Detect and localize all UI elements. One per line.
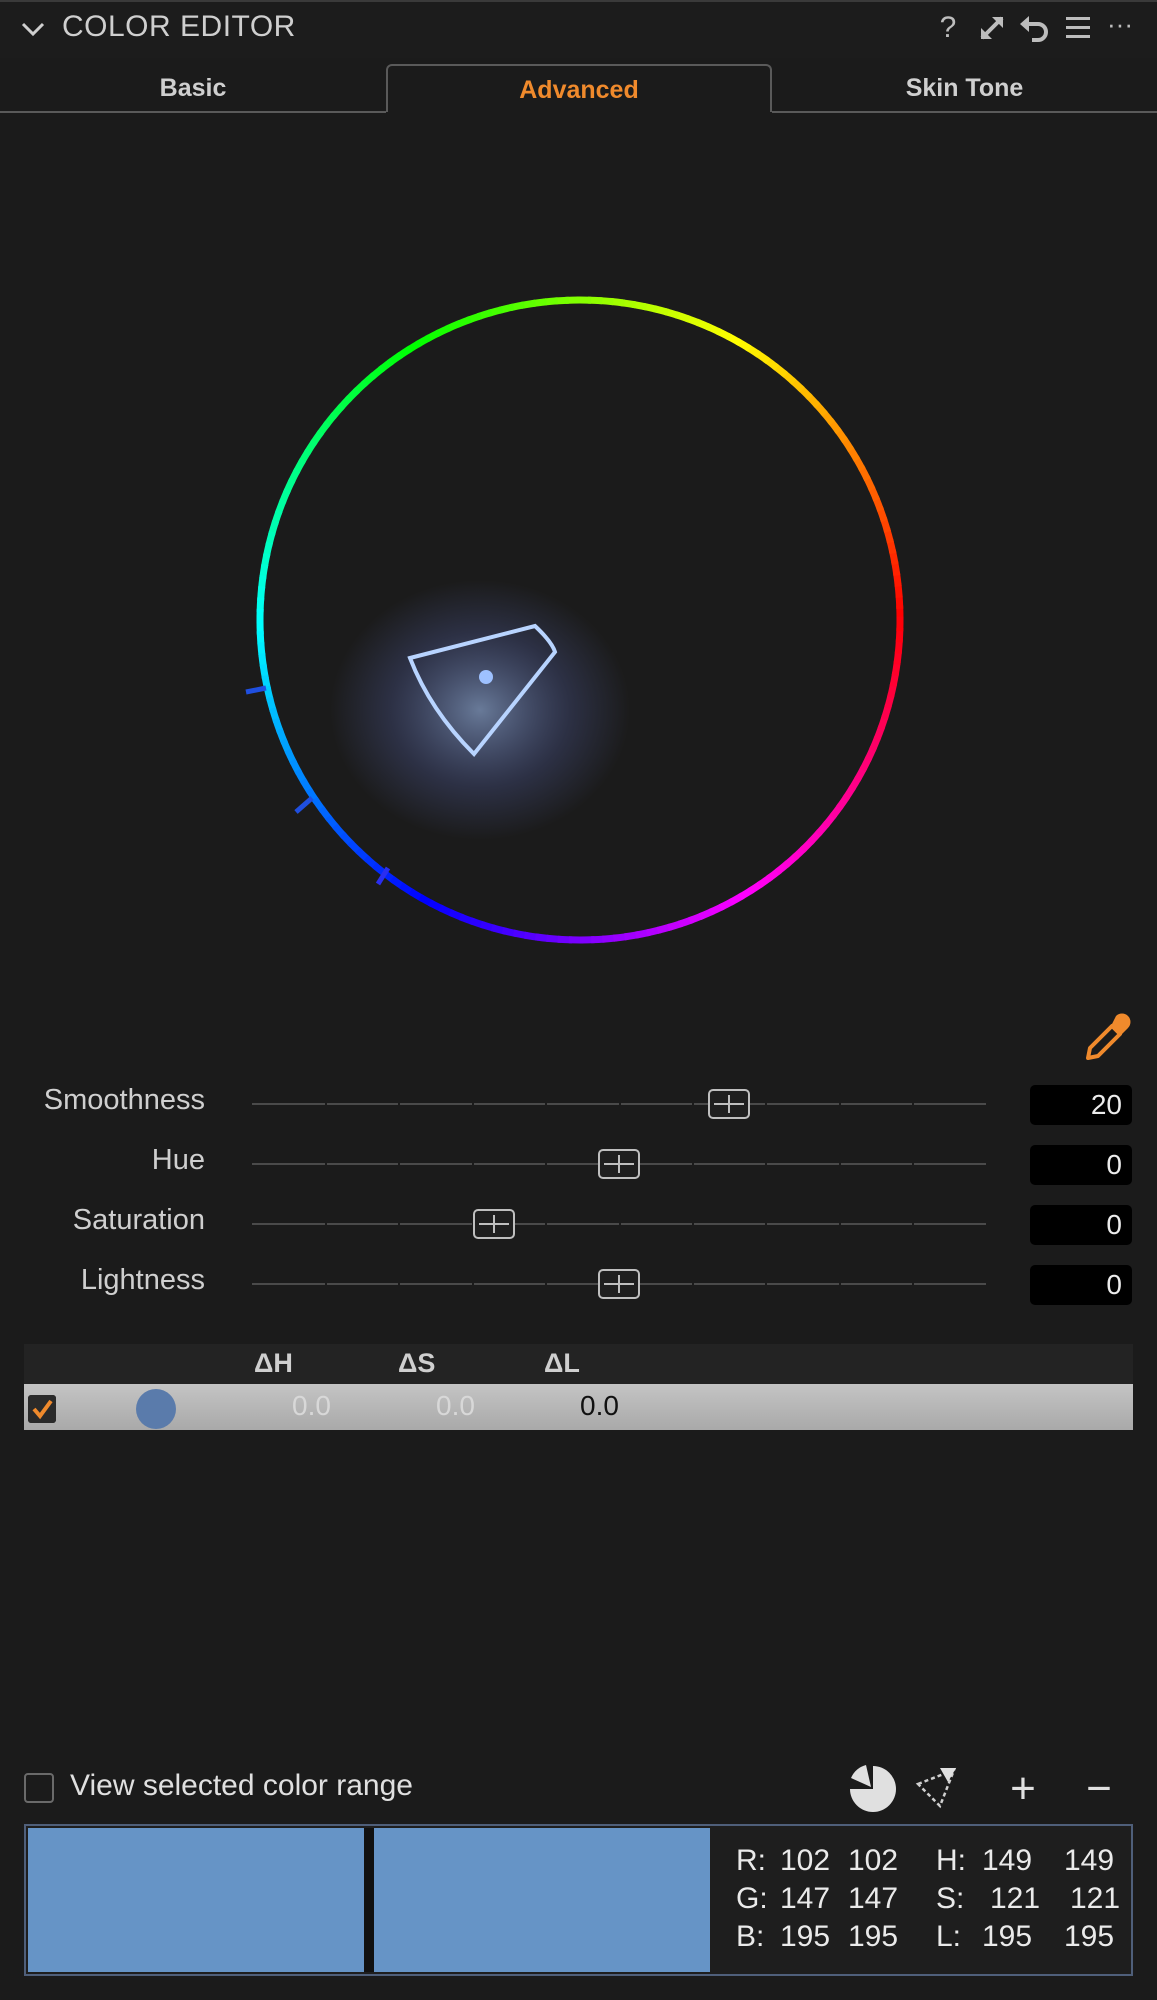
tab-advanced[interactable]: Advanced: [386, 64, 772, 112]
l-value-before: 195: [982, 1920, 1033, 1953]
column-header-delta-lightness: ΔL: [544, 1348, 580, 1378]
panel-title: COLOR EDITOR: [62, 10, 296, 43]
b-value-before: 195: [780, 1920, 831, 1953]
sector-select-icon[interactable]: [910, 1762, 964, 1816]
h-value-before: 149: [982, 1844, 1033, 1877]
saturation-slider[interactable]: [252, 1219, 986, 1229]
g-label: G:: [736, 1882, 768, 1915]
lightness-slider-thumb[interactable]: [598, 1269, 640, 1299]
r-value-after: 102: [848, 1844, 899, 1877]
l-value-after: 195: [1064, 1920, 1115, 1953]
lightness-label: Lightness: [80, 1264, 205, 1296]
expand-icon[interactable]: [974, 10, 1010, 46]
smoothness-slider[interactable]: [252, 1099, 986, 1109]
tab-basic[interactable]: Basic: [0, 64, 386, 112]
g-value-before: 147: [780, 1882, 831, 1915]
h-value-after: 149: [1064, 1844, 1115, 1877]
row-delta-hue: 0.0: [292, 1390, 331, 1421]
range-marker: [294, 796, 314, 814]
hue-slider-thumb[interactable]: [598, 1149, 640, 1179]
saturation-label: Saturation: [72, 1204, 205, 1236]
hue-label: Hue: [151, 1144, 205, 1176]
presets-icon[interactable]: [1060, 10, 1096, 46]
row-enable-checkbox[interactable]: [28, 1395, 56, 1423]
original-color-swatch: [28, 1828, 364, 1972]
smoothness-slider-thumb[interactable]: [708, 1089, 751, 1119]
add-icon[interactable]: +: [996, 1762, 1050, 1816]
smoothness-value[interactable]: 20: [1030, 1085, 1132, 1125]
hue-value[interactable]: 0: [1030, 1145, 1132, 1185]
tab-skin-tone[interactable]: Skin Tone: [772, 64, 1157, 112]
color-wheel[interactable]: [240, 280, 920, 960]
range-marker: [245, 685, 267, 695]
adjusted-color-swatch: [374, 1828, 710, 1972]
s-label: S:: [936, 1882, 965, 1915]
view-range-label: View selected color range: [70, 1769, 413, 1802]
column-header-delta-saturation: ΔS: [398, 1348, 436, 1378]
selector-center-dot: [479, 670, 493, 684]
b-label: B:: [736, 1920, 765, 1953]
r-label: R:: [736, 1844, 766, 1877]
chevron-down-icon[interactable]: [18, 14, 48, 44]
selection-glow: [330, 580, 630, 840]
view-range-checkbox[interactable]: [24, 1773, 54, 1803]
row-delta-lightness: 0.0: [580, 1390, 619, 1421]
saturation-slider-thumb[interactable]: [473, 1209, 516, 1239]
column-header-delta-hue: ΔH: [254, 1348, 293, 1378]
s-value-after: 121: [1070, 1882, 1121, 1915]
help-icon[interactable]: ?: [930, 10, 966, 46]
h-label: H:: [936, 1844, 966, 1877]
saturation-value[interactable]: 0: [1030, 1205, 1132, 1245]
hue-wheel-view-icon[interactable]: [846, 1762, 900, 1816]
lightness-value[interactable]: 0: [1030, 1265, 1132, 1305]
smoothness-label: Smoothness: [43, 1084, 205, 1116]
swatch-divider: [364, 1828, 374, 1972]
color-picker-icon[interactable]: [1082, 1012, 1134, 1064]
row-delta-saturation: 0.0: [436, 1390, 475, 1421]
row-color-swatch: [136, 1389, 176, 1429]
remove-icon[interactable]: −: [1072, 1762, 1126, 1816]
s-value-before: 121: [990, 1882, 1041, 1915]
r-value-before: 102: [780, 1844, 831, 1877]
b-value-after: 195: [848, 1920, 899, 1953]
g-value-after: 147: [848, 1882, 899, 1915]
more-icon[interactable]: ···: [1102, 6, 1138, 42]
table-row[interactable]: [24, 1384, 1133, 1430]
l-label: L:: [936, 1920, 962, 1953]
reset-icon[interactable]: [1016, 10, 1052, 46]
